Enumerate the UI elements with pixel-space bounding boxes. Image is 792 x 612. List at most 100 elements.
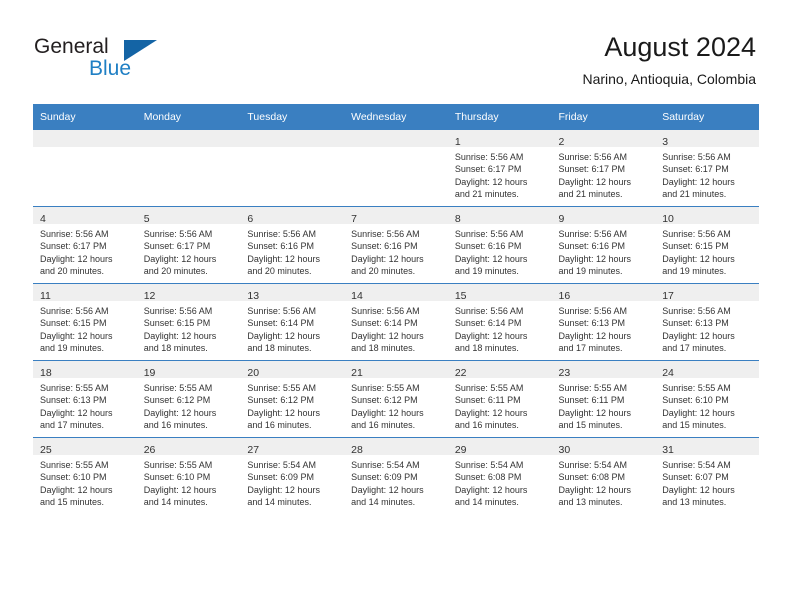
day-number: 20 [247, 367, 260, 379]
calendar-day-cell[interactable]: 6 Sunrise: 5:56 AM Sunset: 6:16 PM Daylight… [240, 206, 345, 284]
calendar-day-cell[interactable]: 22 Sunrise: 5:55 AM Sunset: 6:11 PM Dayligh… [447, 360, 552, 438]
day-info-daylight-line1: Daylight: 12 hours [40, 253, 113, 264]
day-info-daylight-line1: Daylight: 12 hours [351, 253, 424, 264]
day-info-daylight-line2: and 20 minutes. [247, 265, 312, 276]
day-info-sunrise: Sunrise: 5:56 AM [143, 306, 213, 316]
day-info: Sunrise: 5:56 AM Sunset: 6:17 PM Daylight:… [552, 147, 656, 200]
day-number: 24 [662, 367, 674, 379]
day-info-sunset: Sunset: 6:08 PM [558, 472, 626, 483]
day-number-strip: 28 [344, 438, 448, 456]
day-info: Sunrise: 5:56 AM Sunset: 6:17 PM Daylight:… [137, 224, 241, 277]
day-info-sunrise: Sunrise: 5:56 AM [40, 306, 109, 316]
weekday-header-sunday: Sunday [33, 104, 137, 130]
day-info-sunrise: Sunrise: 5:54 AM [351, 460, 420, 470]
calendar-day-cell[interactable]: 8 Sunrise: 5:56 AM Sunset: 6:16 PM Daylight… [447, 206, 552, 284]
day-info-daylight-line1: Daylight: 12 hours [143, 484, 217, 495]
day-cell-inner: 30 Sunrise: 5:54 AM Sunset: 6:08 PM Dayligh… [551, 438, 656, 514]
day-cell-inner: 31 Sunrise: 5:54 AM Sunset: 6:07 PM Dayligh… [655, 438, 759, 514]
day-info-daylight-line1: Daylight: 12 hours [558, 176, 632, 187]
day-info-sunrise: Sunrise: 5:54 AM [454, 460, 524, 470]
general-blue-logo[interactable]: General Blue [34, 36, 214, 92]
calendar-day-cell[interactable]: 11 Sunrise: 5:56 AM Sunset: 6:15 PM Dayligh… [33, 283, 137, 361]
day-info-sunset: Sunset: 6:13 PM [662, 318, 729, 329]
day-info: Sunrise: 5:54 AM Sunset: 6:09 PM Daylight:… [240, 455, 344, 508]
calendar-day-cell[interactable]: 17 Sunrise: 5:56 AM Sunset: 6:13 PM Dayligh… [655, 283, 759, 361]
calendar-day-cell[interactable]: 15 Sunrise: 5:56 AM Sunset: 6:14 PM Dayligh… [447, 283, 552, 361]
calendar-day-cell[interactable]: 21 Sunrise: 5:55 AM Sunset: 6:12 PM Dayligh… [344, 360, 448, 438]
day-info-sunset: Sunset: 6:07 PM [662, 472, 729, 483]
title-block: August 2024 Narino, Antioquia, Colombia [582, 30, 756, 88]
day-info-daylight-line1: Daylight: 12 hours [454, 176, 528, 187]
calendar-day-cell[interactable]: 14 Sunrise: 5:56 AM Sunset: 6:14 PM Dayligh… [344, 283, 448, 361]
calendar-day-cell[interactable]: 9 Sunrise: 5:56 AM Sunset: 6:16 PM Daylight… [551, 206, 656, 284]
calendar-day-cell[interactable]: 19 Sunrise: 5:55 AM Sunset: 6:12 PM Dayligh… [136, 360, 241, 438]
day-info: Sunrise: 5:56 AM Sunset: 6:17 PM Daylight:… [33, 224, 137, 277]
day-info-sunset: Sunset: 6:17 PM [454, 164, 522, 175]
day-number: 3 [662, 136, 669, 148]
day-number: 12 [143, 290, 156, 302]
calendar-day-cell[interactable]: 31 Sunrise: 5:54 AM Sunset: 6:07 PM Dayligh… [655, 437, 759, 514]
calendar-day-cell[interactable]: 4 Sunrise: 5:56 AM Sunset: 6:17 PM Daylight… [33, 206, 137, 284]
day-info-daylight-line2: and 14 minutes. [454, 496, 519, 507]
day-number-strip: 18 [33, 361, 137, 379]
day-info-daylight-line1: Daylight: 12 hours [662, 330, 735, 341]
day-info: Sunrise: 5:56 AM Sunset: 6:14 PM Daylight:… [448, 301, 552, 354]
day-number: 5 [143, 213, 150, 225]
calendar-day-cell[interactable]: 16 Sunrise: 5:56 AM Sunset: 6:13 PM Dayligh… [551, 283, 656, 361]
day-info-sunrise: Sunrise: 5:56 AM [558, 152, 628, 162]
day-info-sunset: Sunset: 6:17 PM [40, 241, 107, 252]
day-number: 7 [351, 213, 357, 225]
location-subtitle: Narino, Antioquia, Colombia [582, 71, 756, 87]
day-info-daylight-line2: and 18 minutes. [143, 342, 208, 353]
day-cell-inner: 5 Sunrise: 5:56 AM Sunset: 6:17 PM Daylight… [136, 207, 241, 283]
calendar-day-cell[interactable]: 26 Sunrise: 5:55 AM Sunset: 6:10 PM Dayligh… [136, 437, 241, 514]
calendar-day-cell[interactable]: 27 Sunrise: 5:54 AM Sunset: 6:09 PM Dayligh… [240, 437, 345, 514]
calendar-day-cell[interactable]: 29 Sunrise: 5:54 AM Sunset: 6:08 PM Dayligh… [447, 437, 552, 514]
day-number-strip: 25 [33, 438, 137, 456]
day-info-daylight-line2: and 21 minutes. [558, 188, 623, 199]
day-info-daylight-line2: and 15 minutes. [662, 419, 727, 430]
day-info-sunset: Sunset: 6:16 PM [247, 241, 314, 252]
day-info: Sunrise: 5:56 AM Sunset: 6:15 PM Daylight:… [137, 301, 241, 354]
day-info-sunset: Sunset: 6:11 PM [558, 395, 625, 406]
day-info-sunrise: Sunrise: 5:55 AM [40, 460, 109, 470]
day-number: 1 [454, 136, 461, 148]
day-info-daylight-line2: and 15 minutes. [40, 496, 105, 507]
day-cell-inner: 12 Sunrise: 5:56 AM Sunset: 6:15 PM Dayligh… [136, 284, 241, 360]
calendar-day-cell[interactable]: 28 Sunrise: 5:54 AM Sunset: 6:09 PM Dayligh… [344, 437, 448, 514]
calendar-day-cell[interactable]: 7 Sunrise: 5:56 AM Sunset: 6:16 PM Daylight… [344, 206, 448, 284]
calendar-day-cell[interactable]: 23 Sunrise: 5:55 AM Sunset: 6:11 PM Dayligh… [551, 360, 656, 438]
day-number-strip: 11 [33, 284, 137, 302]
calendar-day-cell[interactable]: 18 Sunrise: 5:55 AM Sunset: 6:13 PM Dayligh… [33, 360, 137, 438]
day-number-strip: 8 [447, 207, 552, 225]
calendar-day-cell[interactable]: 25 Sunrise: 5:55 AM Sunset: 6:10 PM Dayligh… [33, 437, 137, 514]
day-info-sunrise: Sunrise: 5:55 AM [662, 383, 731, 393]
calendar-day-cell[interactable]: 10 Sunrise: 5:56 AM Sunset: 6:15 PM Dayligh… [655, 206, 759, 284]
day-info-sunrise: Sunrise: 5:56 AM [454, 152, 524, 162]
day-info: Sunrise: 5:55 AM Sunset: 6:10 PM Daylight:… [655, 378, 759, 431]
day-cell-inner: 26 Sunrise: 5:55 AM Sunset: 6:10 PM Dayligh… [136, 438, 241, 514]
day-cell-inner: 21 Sunrise: 5:55 AM Sunset: 6:12 PM Dayligh… [344, 361, 448, 437]
day-info: Sunrise: 5:54 AM Sunset: 6:08 PM Daylight:… [448, 455, 552, 508]
calendar-day-cell[interactable]: 30 Sunrise: 5:54 AM Sunset: 6:08 PM Dayligh… [551, 437, 656, 514]
day-info-sunset: Sunset: 6:12 PM [143, 395, 211, 406]
calendar-day-cell[interactable]: 20 Sunrise: 5:55 AM Sunset: 6:12 PM Dayligh… [240, 360, 345, 438]
calendar-day-cell[interactable]: 2 Sunrise: 5:56 AM Sunset: 6:17 PM Daylight… [551, 129, 656, 207]
day-info-daylight-line1: Daylight: 12 hours [454, 407, 528, 418]
day-number-strip [344, 130, 448, 147]
day-info-sunrise: Sunrise: 5:56 AM [558, 306, 628, 316]
day-info-daylight-line1: Daylight: 12 hours [454, 484, 528, 495]
calendar-week-row: 18 Sunrise: 5:55 AM Sunset: 6:13 PM Dayligh… [33, 360, 759, 438]
calendar-day-cell[interactable]: 12 Sunrise: 5:56 AM Sunset: 6:15 PM Dayligh… [136, 283, 241, 361]
day-number: 10 [662, 213, 674, 225]
calendar-day-cell[interactable]: 24 Sunrise: 5:55 AM Sunset: 6:10 PM Dayligh… [655, 360, 759, 438]
day-info: Sunrise: 5:56 AM Sunset: 6:17 PM Daylight:… [655, 147, 759, 200]
calendar-day-cell[interactable]: 1 Sunrise: 5:56 AM Sunset: 6:17 PM Daylight… [447, 129, 552, 207]
day-number-strip: 2 [551, 130, 656, 148]
day-info-sunrise: Sunrise: 5:56 AM [351, 306, 420, 316]
calendar-day-cell[interactable]: 5 Sunrise: 5:56 AM Sunset: 6:17 PM Daylight… [136, 206, 241, 284]
calendar-day-cell[interactable]: 3 Sunrise: 5:56 AM Sunset: 6:17 PM Daylight… [655, 129, 759, 207]
day-info-daylight-line2: and 15 minutes. [558, 419, 623, 430]
calendar-day-cell[interactable]: 13 Sunrise: 5:56 AM Sunset: 6:14 PM Dayligh… [240, 283, 345, 361]
calendar-cell-empty [240, 129, 345, 207]
